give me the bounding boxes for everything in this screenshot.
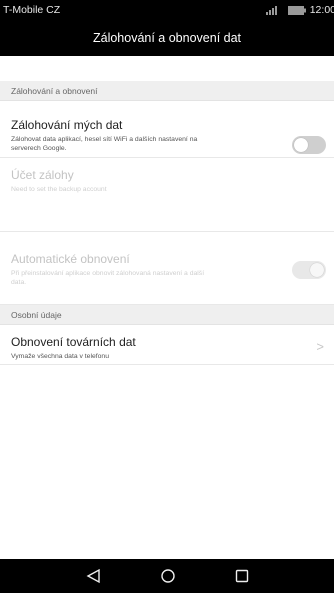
page-title: Zálohování a obnovení dat (0, 20, 334, 56)
back-icon[interactable] (74, 559, 114, 593)
recents-icon[interactable] (222, 559, 262, 593)
section-header-personal: Osobní údaje (0, 305, 334, 325)
auto-restore-toggle[interactable] (292, 261, 326, 279)
backup-account-title: Účet zálohy (11, 168, 74, 182)
navigation-bar (0, 559, 334, 593)
auto-restore-item[interactable]: Automatické obnovení Při přeinstalování … (0, 232, 334, 305)
clock: 12:00 (309, 4, 334, 16)
backup-my-data-title: Zálohování mých dat (11, 118, 123, 132)
factory-reset-subtitle: Vymaže všechna data v telefonu (11, 353, 109, 360)
status-bar: T-Mobile CZ 12:00 (0, 0, 334, 20)
signal-icon (265, 5, 284, 15)
home-icon[interactable] (148, 559, 188, 593)
section-header-backup: Zálohování a obnovení (0, 81, 334, 101)
toggle-knob (310, 263, 324, 277)
backup-account-subtitle: Need to set the backup account (11, 186, 107, 193)
backup-my-data-item[interactable]: Zálohování mých dat Zálohovat data aplik… (0, 101, 334, 158)
toggle-knob (294, 138, 308, 152)
carrier-label: T-Mobile CZ (3, 4, 61, 16)
auto-restore-subtitle: Při přeinstalování aplikace obnovit zálo… (11, 270, 205, 287)
battery-icon (287, 5, 306, 15)
backup-account-item[interactable]: Účet zálohy Need to set the backup accou… (0, 158, 334, 232)
auto-restore-title: Automatické obnovení (11, 252, 130, 266)
backup-my-data-toggle[interactable] (292, 136, 326, 154)
backup-my-data-subtitle: Zálohovat data aplikací, hesel sítí WiFi… (11, 136, 198, 153)
factory-reset-item[interactable]: Obnovení továrních dat Vymaže všechna da… (0, 325, 334, 365)
chevron-right-icon: > (316, 339, 324, 354)
status-icons: 12:00 (265, 4, 334, 16)
factory-reset-title: Obnovení továrních dat (11, 335, 136, 349)
